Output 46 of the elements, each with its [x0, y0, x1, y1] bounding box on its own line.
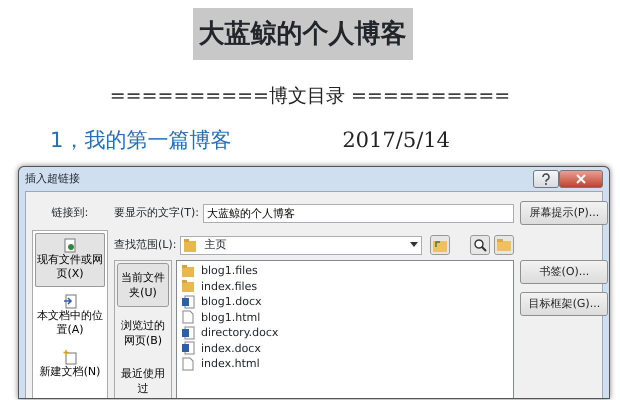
link-to-label: 链接到: — [50, 204, 90, 221]
file-row[interactable]: index.html — [181, 356, 510, 372]
browse-web-button[interactable] — [470, 235, 490, 255]
file-row[interactable]: blog1.html — [181, 310, 510, 325]
file-row[interactable]: index.files — [181, 278, 510, 294]
screentip-button[interactable]: 屏幕提示(P)... — [520, 201, 608, 225]
blank-page-icon — [181, 310, 195, 324]
blank-page-icon — [181, 356, 195, 371]
close-button[interactable] — [559, 170, 603, 188]
file-row[interactable]: index.docx — [181, 340, 510, 356]
search-icon — [474, 238, 487, 252]
help-button[interactable] — [533, 170, 559, 188]
folder-up-icon — [433, 238, 448, 252]
new-document-icon — [62, 350, 78, 365]
places-option[interactable]: 当前文件夹(U) — [117, 263, 169, 307]
display-text-field[interactable]: 大蓝鲸的个人博客 — [203, 204, 514, 222]
close-icon — [576, 174, 586, 184]
look-in-dropdown[interactable]: 主页 — [180, 236, 422, 254]
folder-icon — [181, 264, 195, 278]
up-folder-button[interactable] — [430, 235, 450, 255]
places-option[interactable]: 最近使用过 — [117, 359, 169, 398]
file-row[interactable]: directory.docx — [181, 325, 510, 340]
folder-icon — [497, 239, 512, 251]
look-in-label: 查找范围(L): — [114, 236, 176, 253]
link-to-option[interactable]: 新建文档(N) — [35, 345, 105, 398]
help-icon — [541, 173, 551, 185]
file-row[interactable]: blog1.files — [181, 263, 510, 278]
display-text-label: 要显示的文字(T): — [114, 204, 200, 221]
dropdown-arrow-icon — [410, 242, 418, 248]
word-document-icon — [181, 326, 195, 340]
word-document-icon — [181, 341, 195, 356]
post-title-link[interactable]: 1，我的第一篇博客 — [50, 124, 232, 156]
dialog-button[interactable]: 书签(O)... — [520, 260, 608, 284]
folder-icon — [181, 279, 195, 294]
link-to-option[interactable]: 现有文件或网页(X) — [35, 233, 105, 287]
post-date: 2017/5/14 — [342, 126, 450, 154]
document-title: 大蓝鲸的个人博客 — [192, 8, 412, 60]
folder-icon — [184, 238, 196, 252]
places-option[interactable]: 浏览过的网页(B) — [117, 311, 169, 355]
dialog-title: 插入超链接 — [25, 170, 80, 187]
file-row[interactable]: blog1.docx — [181, 294, 510, 310]
toc-heading: ==========博文目录 ========== — [110, 84, 510, 109]
dialog-button[interactable]: 目标框架(G)... — [520, 292, 608, 316]
word-document-icon — [181, 294, 195, 309]
look-in-value: 主页 — [204, 236, 226, 253]
link-to-option[interactable]: 本文档中的位置(A) — [35, 289, 105, 343]
